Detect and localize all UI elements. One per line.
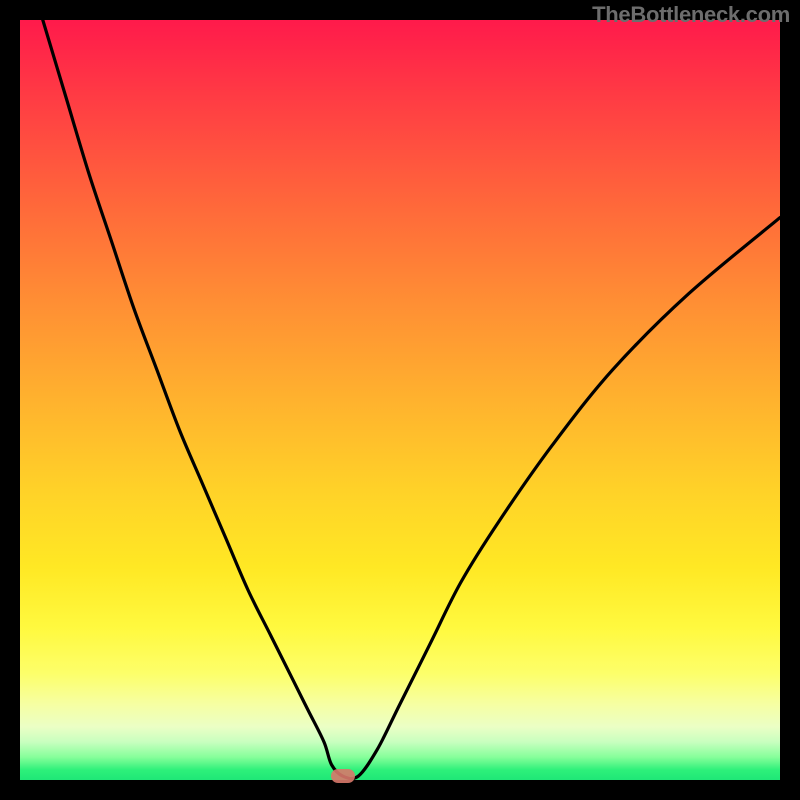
watermark-text: TheBottleneck.com: [592, 2, 790, 28]
minimum-marker: [331, 769, 355, 783]
plot-area: [20, 20, 780, 780]
bottleneck-curve: [20, 20, 780, 780]
outer-frame: TheBottleneck.com: [0, 0, 800, 800]
